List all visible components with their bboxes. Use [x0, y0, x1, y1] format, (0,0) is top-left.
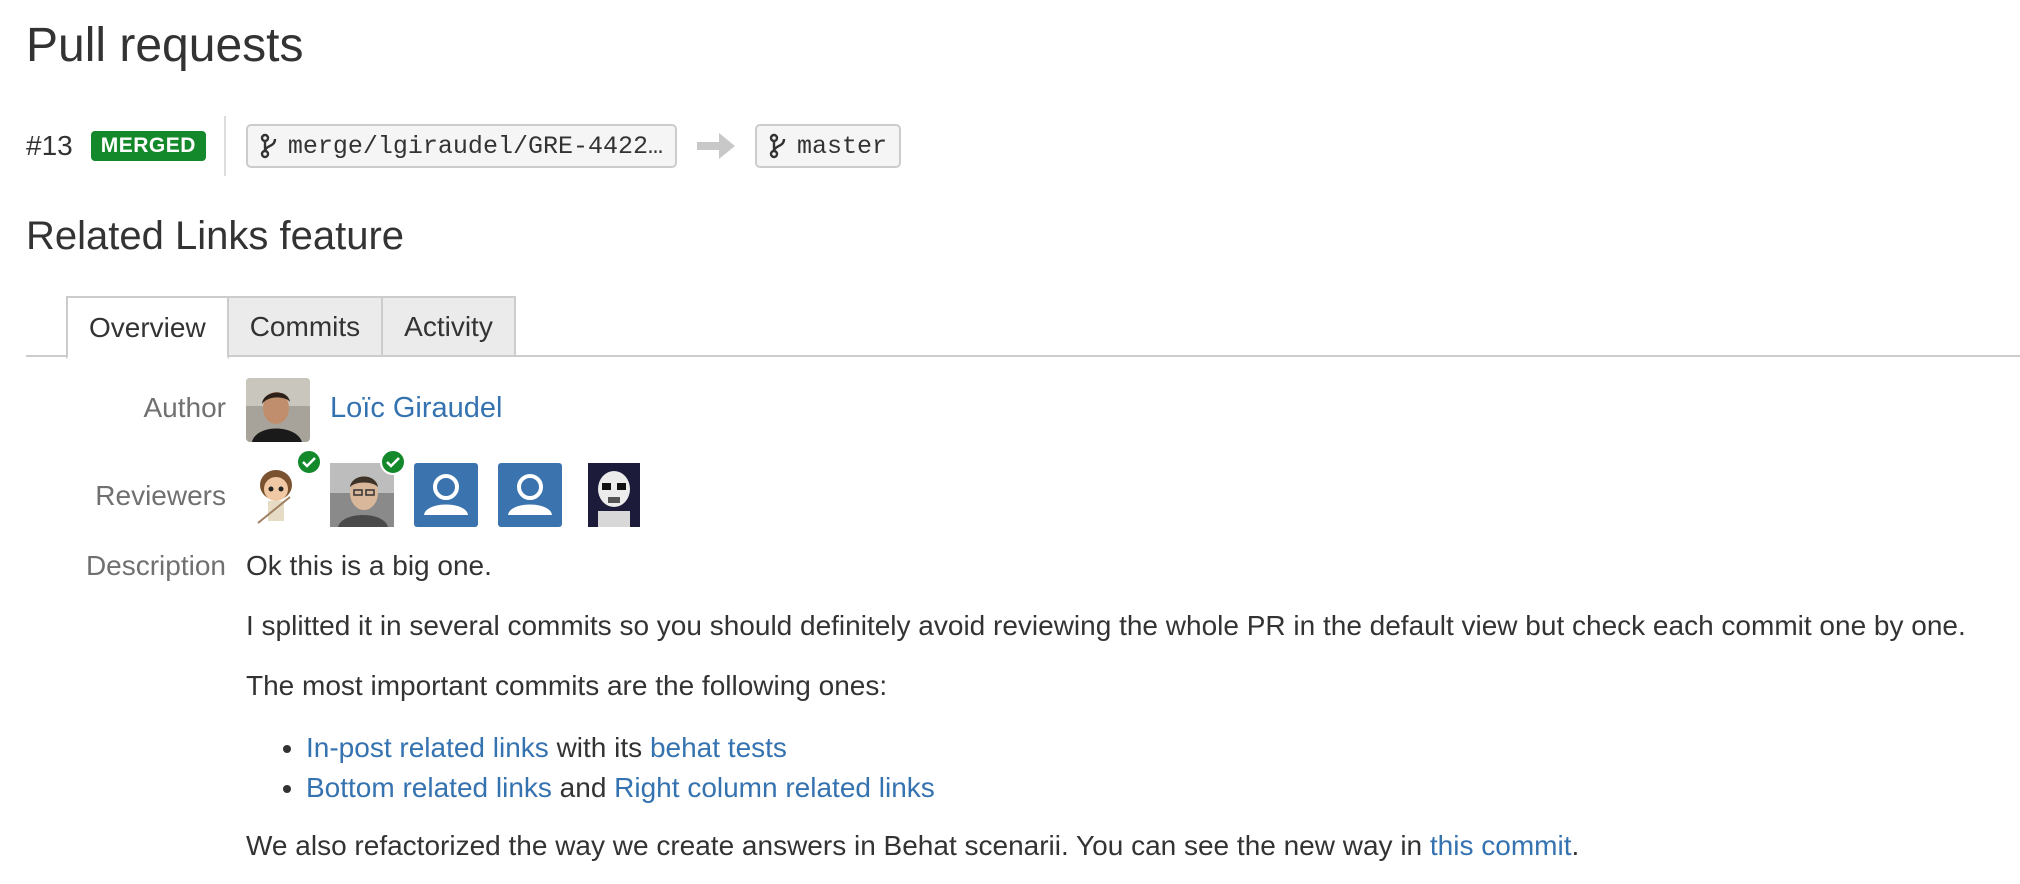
author-label: Author	[143, 392, 227, 423]
list-text: and	[559, 772, 607, 803]
list-text: with its	[556, 732, 643, 763]
commit-link[interactable]: In-post related links	[306, 732, 549, 763]
author-name-link[interactable]: Loïc Giraudel	[330, 392, 503, 425]
description-label: Description	[85, 550, 226, 581]
divider	[223, 116, 226, 176]
commit-link[interactable]: Right column related links	[614, 772, 935, 803]
pr-number: #13	[26, 130, 73, 161]
author-row: Author Loïc Giraudel	[0, 378, 700, 442]
page-heading: Pull requests	[26, 19, 304, 72]
approved-check-icon	[380, 449, 406, 475]
source-branch[interactable]: merge/lgiraudel/GRE-4422…	[245, 124, 677, 168]
target-branch-name: master	[796, 131, 887, 161]
reviewer-avatar[interactable]	[498, 463, 562, 527]
source-branch-name: merge/lgiraudel/GRE-4422…	[287, 131, 663, 161]
target-branch[interactable]: master	[754, 124, 901, 168]
description-body: Ok this is a big one. I splitted it in s…	[246, 548, 1986, 864]
description-paragraph: Ok this is a big one.	[246, 550, 492, 581]
pr-title: Related Links feature	[26, 214, 405, 258]
status-badge: MERGED	[90, 131, 206, 161]
list-item: Bottom related links and Right column re…	[306, 768, 1986, 808]
description-text: We also refactorized the way we create a…	[246, 830, 1423, 861]
approved-check-icon	[296, 449, 322, 475]
tab-overview[interactable]: Overview	[66, 296, 229, 359]
description-paragraph: We also refactorized the way we create a…	[246, 828, 1986, 864]
branch-icon	[769, 133, 786, 159]
commit-link[interactable]: behat tests	[650, 732, 787, 763]
reviewer-avatar[interactable]	[588, 463, 640, 527]
branch-icon	[260, 133, 277, 159]
tab-activity[interactable]: Activity	[383, 296, 516, 357]
stormtrooper-avatar-image	[588, 463, 640, 527]
reviewers-label: Reviewers	[95, 480, 226, 511]
default-user-avatar-icon	[414, 463, 478, 527]
tab-bar: Overview Commits Activity	[66, 296, 516, 359]
commit-link[interactable]: Bottom related links	[306, 772, 552, 803]
description-text: .	[1571, 830, 1580, 861]
reviewer-avatar[interactable]	[330, 449, 406, 527]
reviewer-avatar[interactable]	[414, 463, 478, 527]
author-avatar[interactable]	[246, 378, 310, 442]
arrow-right-icon	[696, 133, 735, 159]
tab-commits[interactable]: Commits	[228, 296, 384, 357]
reviewers-row: Reviewers	[0, 449, 700, 527]
description-paragraph: The most important commits are the follo…	[246, 670, 888, 701]
commit-list: In-post related links with its behat tes…	[246, 728, 1986, 808]
author-avatar-image	[246, 378, 310, 442]
commit-link[interactable]: this commit	[1430, 830, 1572, 861]
default-user-avatar-icon	[498, 463, 562, 527]
pr-meta: #13 MERGED merge/lgiraudel/GRE-4422… mas…	[26, 116, 901, 176]
list-item: In-post related links with its behat tes…	[306, 728, 1986, 768]
reviewer-avatar[interactable]	[246, 449, 322, 527]
description-paragraph: I splitted it in several commits so you …	[246, 610, 1966, 641]
